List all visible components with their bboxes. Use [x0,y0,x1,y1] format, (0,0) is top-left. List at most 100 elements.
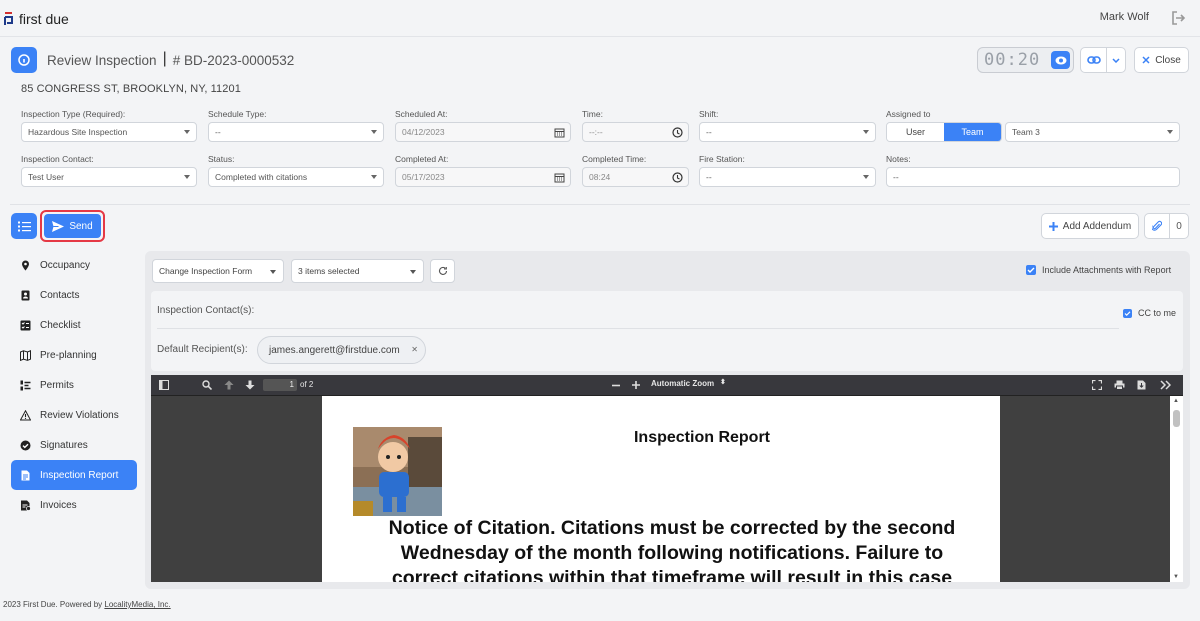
assigned-to-label: Assigned to [886,109,931,119]
logout-icon[interactable] [1170,10,1186,26]
inspection-contact-select[interactable]: Test User [21,167,197,187]
toggle-sidebar-button[interactable] [11,213,37,239]
completed-at-field[interactable]: 05/17/2023 [395,167,571,187]
citation-notice-line: Notice of Citation. Citations must be co… [388,517,956,539]
link-options-dropdown[interactable] [1107,48,1125,72]
zoom-select-arrows-icon: ⬍ [720,379,726,386]
sidebar-item-permits[interactable]: Permits [11,370,137,400]
inspection-type-select[interactable]: Hazardous Site Inspection [21,122,197,142]
sidebar-item-review-violations[interactable]: Review Violations [11,400,137,430]
sidebar-item-signatures[interactable]: Signatures [11,430,137,460]
add-addendum-button[interactable]: Add Addendum [1041,213,1139,239]
fire-station-select[interactable]: -- [699,167,876,187]
team-select[interactable]: Team 3 [1005,122,1180,142]
caret-down-icon [184,175,190,179]
sidebar-item-label: Signatures [40,439,88,451]
scroll-down-arrow-icon[interactable]: ▼ [1173,574,1179,580]
recipient-chip[interactable]: james.angerett@firstdue.com ✕ [257,336,426,364]
previous-page-icon[interactable] [224,380,234,390]
scrollbar-thumb[interactable] [1173,410,1180,427]
zoom-out-icon[interactable] [611,380,621,390]
pdf-page: Inspection Report Notice of Citation. Ci… [322,396,1000,582]
search-icon[interactable] [202,380,212,390]
citation-notice-line: correct citations within that timeframe … [391,567,953,582]
inspection-form-select-value: Change Inspection Form [159,266,253,276]
status-value: Completed with citations [215,172,308,182]
attachments-button[interactable] [1145,214,1170,238]
double-chevron-right-icon[interactable] [1160,380,1171,390]
eye-icon [1055,56,1066,64]
sidebar-item-checklist[interactable]: Checklist [11,310,137,340]
notes-field[interactable]: -- [886,167,1180,187]
warning-icon [20,409,31,420]
inspection-timer: 00:20 [977,47,1074,73]
status-label: Status: [208,154,235,164]
sidebar-item-label: Invoices [40,499,77,511]
zoom-in-icon[interactable] [631,380,641,390]
timer-visibility-button[interactable] [1051,51,1070,69]
scheduled-at-field[interactable]: 04/12/2023 [395,122,571,142]
sidebar-item-invoices[interactable]: Invoices [11,490,137,520]
info-circle-icon [18,54,30,66]
presentation-mode-icon[interactable] [1092,380,1102,390]
app-logo[interactable]: first due [4,11,69,27]
assigned-to-toggle: User Team [886,122,1002,142]
sidebar-item-inspection-report[interactable]: Inspection Report [11,460,137,490]
sidebar-item-contacts[interactable]: Contacts [11,280,137,310]
recipients-divider [157,328,1119,329]
send-button[interactable]: Send [44,214,101,238]
inspection-info-button[interactable] [11,47,37,73]
sidebar-nav: Occupancy Contacts Checklist Pre-plannin… [11,250,137,520]
copy-link-button[interactable] [1081,48,1107,72]
footer-text: 2023 First Due. Powered by [3,600,105,609]
cc-to-me-checkbox[interactable]: CC to me [1123,308,1176,318]
print-icon[interactable] [1114,380,1125,390]
logo-text: first due [19,11,69,27]
pdf-scrollbar[interactable]: ▲ ▼ [1170,396,1183,582]
scroll-up-arrow-icon[interactable]: ▲ [1173,398,1179,404]
sidebar-toggle-icon[interactable] [159,380,169,390]
paperclip-icon [1152,220,1162,231]
report-title: Inspection Report [633,429,770,446]
inspection-form-select[interactable]: Change Inspection Form [152,259,284,283]
assigned-user-option[interactable]: User [887,123,944,141]
checkbox-checked-icon [1026,265,1036,275]
schedule-type-select[interactable]: -- [208,122,384,142]
page-number-input[interactable]: 1 [263,379,297,391]
items-multiselect-value: 3 items selected [298,266,360,276]
zoom-select[interactable]: Automatic Zoom [651,379,714,388]
sidebar-item-pre-planning[interactable]: Pre-planning [11,340,137,370]
status-select[interactable]: Completed with citations [208,167,384,187]
include-attachments-checkbox[interactable]: Include Attachments with Report [1026,265,1171,275]
close-button[interactable]: Close [1134,47,1189,73]
sidebar-item-label: Review Violations [40,409,119,421]
footer-link[interactable]: LocalityMedia, Inc. [104,600,170,609]
sidebar-item-occupancy[interactable]: Occupancy [11,250,137,280]
citation-notice: Notice of Citation. Citations must be co… [342,516,1002,582]
completed-time-label: Completed Time: [582,154,647,164]
time-label: Time: [582,109,603,119]
items-multiselect[interactable]: 3 items selected [291,259,424,283]
completed-time-field[interactable]: 08:24 [582,167,689,187]
download-icon[interactable] [1137,380,1146,390]
assigned-team-option[interactable]: Team [944,123,1001,141]
map-pin-icon [22,260,29,270]
schedule-type-value: -- [215,127,221,137]
refresh-icon [438,266,447,275]
user-name[interactable]: Mark Wolf [1100,11,1149,23]
add-addendum-label: Add Addendum [1062,220,1132,232]
shift-select[interactable]: -- [699,122,876,142]
sidebar-item-label: Occupancy [40,259,91,271]
time-field[interactable]: --:-- [582,122,689,142]
recipient-email: james.angerett@firstdue.com [269,344,400,356]
inspection-type-label: Inspection Type (Required): [21,109,126,119]
calendar-icon [554,173,565,183]
sidebar-item-label: Permits [40,379,74,391]
document-icon [21,470,30,480]
remove-recipient-icon[interactable]: ✕ [411,345,418,354]
refresh-report-button[interactable] [430,259,455,283]
next-page-icon[interactable] [245,380,255,390]
inspection-contact-value: Test User [28,172,64,182]
send-label: Send [69,220,93,232]
scheduled-at-label: Scheduled At: [395,109,448,119]
